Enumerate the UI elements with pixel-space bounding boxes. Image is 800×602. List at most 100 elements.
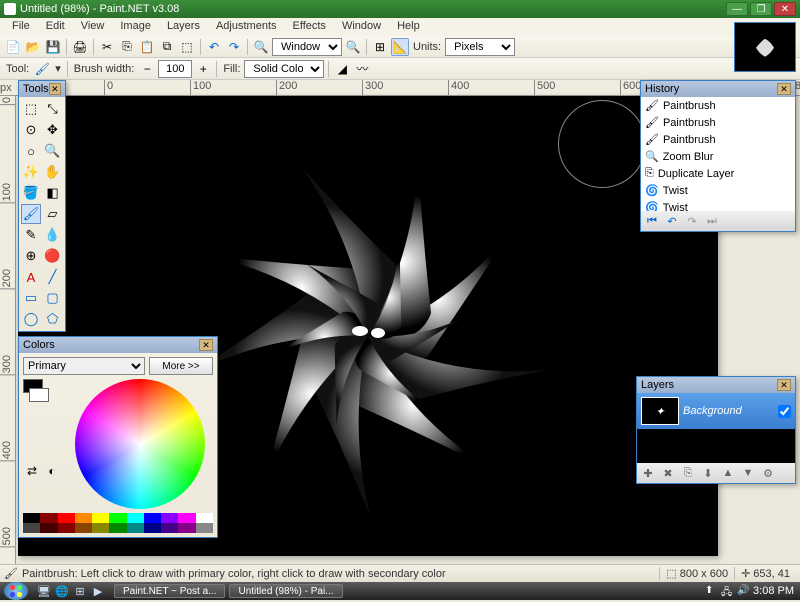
- menu-view[interactable]: View: [73, 18, 113, 36]
- layer-delete-icon[interactable]: ✖: [659, 465, 677, 481]
- tool-move[interactable]: ✥: [43, 120, 63, 140]
- deselect-icon[interactable]: ⬚: [178, 38, 196, 56]
- start-button[interactable]: [4, 582, 28, 600]
- document-thumbnail[interactable]: [734, 22, 796, 72]
- layer-up-icon[interactable]: ▲: [719, 465, 737, 481]
- close-button[interactable]: ✕: [774, 2, 796, 16]
- redo-icon[interactable]: ↷: [225, 38, 243, 56]
- layer-merge-icon[interactable]: ⬇: [699, 465, 717, 481]
- layer-props-icon[interactable]: ⚙: [759, 465, 777, 481]
- zoom-select[interactable]: Window: [272, 38, 342, 56]
- minimize-button[interactable]: —: [726, 2, 748, 16]
- brush-increase-icon[interactable]: +: [194, 60, 212, 78]
- tool-line[interactable]: ╱: [43, 267, 63, 287]
- save-icon[interactable]: 💾: [44, 38, 62, 56]
- paste-icon[interactable]: 📋: [138, 38, 156, 56]
- color-wheel[interactable]: [75, 379, 205, 509]
- history-item[interactable]: 🔍Zoom Blur: [641, 148, 795, 165]
- tool-ellipse-select[interactable]: ○: [21, 141, 41, 161]
- brush-width-input[interactable]: [158, 60, 192, 78]
- tool-move-select[interactable]: ⤡: [43, 99, 63, 119]
- tool-rect[interactable]: ▭: [21, 288, 41, 308]
- units-select[interactable]: Pixels: [445, 38, 515, 56]
- history-redo-icon[interactable]: ↷: [683, 213, 701, 229]
- tool-freeform[interactable]: ⬠: [43, 309, 63, 329]
- tool-dropdown-icon[interactable]: 🖌: [33, 60, 51, 78]
- grid-icon[interactable]: ⊞: [371, 38, 389, 56]
- layer-visible-checkbox[interactable]: [778, 405, 791, 418]
- tool-paintbrush[interactable]: 🖌: [21, 204, 41, 224]
- tool-roundrect[interactable]: ▢: [43, 288, 63, 308]
- tool-lasso[interactable]: ⊙: [21, 120, 41, 140]
- menu-edit[interactable]: Edit: [38, 18, 73, 36]
- tools-close-icon[interactable]: ✕: [49, 83, 61, 95]
- zoom-out-icon[interactable]: 🔍: [252, 38, 270, 56]
- tray-net-icon[interactable]: 🖧: [721, 585, 733, 597]
- tool-pencil[interactable]: ✎: [21, 225, 41, 245]
- maximize-button[interactable]: ❐: [750, 2, 772, 16]
- cut-icon[interactable]: ✂: [98, 38, 116, 56]
- layer-row[interactable]: ✦ Background: [637, 393, 795, 429]
- layers-close-icon[interactable]: ✕: [777, 379, 791, 391]
- tool-pan[interactable]: ✋: [43, 162, 63, 182]
- swap-colors-icon[interactable]: ⇄: [23, 462, 41, 480]
- new-icon[interactable]: 📄: [4, 38, 22, 56]
- menu-window[interactable]: Window: [334, 18, 389, 36]
- reset-colors-icon[interactable]: ◐: [43, 462, 61, 480]
- history-close-icon[interactable]: ✕: [777, 83, 791, 95]
- menu-help[interactable]: Help: [389, 18, 428, 36]
- tool-recolor[interactable]: 🔴: [43, 246, 63, 266]
- history-item[interactable]: ⎘Duplicate Layer: [641, 165, 795, 182]
- menu-effects[interactable]: Effects: [285, 18, 334, 36]
- fill-select[interactable]: Solid Color: [244, 60, 324, 78]
- blend-icon[interactable]: 〰: [353, 60, 371, 78]
- history-item[interactable]: 🖌Paintbrush: [641, 131, 795, 148]
- layer-down-icon[interactable]: ▼: [739, 465, 757, 481]
- open-icon[interactable]: 📂: [24, 38, 42, 56]
- menu-file[interactable]: File: [4, 18, 38, 36]
- menu-image[interactable]: Image: [112, 18, 159, 36]
- layers-panel[interactable]: Layers✕ ✦ Background ✚ ✖ ⎘ ⬇ ▲ ▼ ⚙: [636, 376, 796, 484]
- tool-rect-select[interactable]: ⬚: [21, 99, 41, 119]
- history-item[interactable]: 🖌Paintbrush: [641, 114, 795, 131]
- tray-vol-icon[interactable]: 🔊: [737, 585, 749, 597]
- colors-panel[interactable]: Colors✕ Primary More >> ⇄ ◐: [18, 336, 218, 538]
- color-palette-2[interactable]: [23, 523, 213, 533]
- history-undo-icon[interactable]: ↶: [663, 213, 681, 229]
- ql-ie-icon[interactable]: 🌐: [54, 584, 70, 598]
- tool-clone[interactable]: ⊕: [21, 246, 41, 266]
- history-item[interactable]: 🌀Twist: [641, 199, 795, 211]
- colors-close-icon[interactable]: ✕: [199, 339, 213, 351]
- menu-layers[interactable]: Layers: [159, 18, 208, 36]
- tool-gradient[interactable]: ◧: [43, 183, 63, 203]
- tool-bucket[interactable]: 🪣: [21, 183, 41, 203]
- tool-ellipse[interactable]: ◯: [21, 309, 41, 329]
- secondary-swatch[interactable]: [29, 388, 49, 402]
- task-2[interactable]: Untitled (98%) - Pai...: [229, 584, 342, 598]
- ql-desktop-icon[interactable]: 🖥: [36, 584, 52, 598]
- tools-panel[interactable]: Tools✕ ⬚ ⤡ ⊙ ✥ ○ 🔍 ✨ ✋ 🪣 ◧ 🖌 ▱ ✎ 💧 ⊕ 🔴 A…: [18, 80, 66, 332]
- tool-colorpicker[interactable]: 💧: [43, 225, 63, 245]
- layer-add-icon[interactable]: ✚: [639, 465, 657, 481]
- zoom-in-icon[interactable]: 🔍: [344, 38, 362, 56]
- tool-zoom[interactable]: 🔍: [43, 141, 63, 161]
- more-button[interactable]: More >>: [149, 357, 213, 375]
- color-palette[interactable]: [23, 513, 213, 523]
- history-rewind-icon[interactable]: ⏮: [643, 213, 661, 229]
- brush-decrease-icon[interactable]: −: [138, 60, 156, 78]
- color-selector[interactable]: Primary: [23, 357, 145, 375]
- undo-icon[interactable]: ↶: [205, 38, 223, 56]
- ql-media-icon[interactable]: ▶: [90, 584, 106, 598]
- task-1[interactable]: Paint.NET ~ Post a...: [114, 584, 225, 598]
- layer-duplicate-icon[interactable]: ⎘: [679, 465, 697, 481]
- clock[interactable]: 3:08 PM: [753, 585, 794, 597]
- history-item[interactable]: 🌀Twist: [641, 182, 795, 199]
- history-panel[interactable]: History✕ 🖌Paintbrush🖌Paintbrush🖌Paintbru…: [640, 80, 796, 232]
- history-ff-icon[interactable]: ⏭: [703, 213, 721, 229]
- tool-eraser[interactable]: ▱: [43, 204, 63, 224]
- tray-icon[interactable]: ⬆: [705, 585, 717, 597]
- copy-icon[interactable]: ⎘: [118, 38, 136, 56]
- antialias-icon[interactable]: ◢: [333, 60, 351, 78]
- menu-adjustments[interactable]: Adjustments: [208, 18, 285, 36]
- rulers-icon[interactable]: 📐: [391, 38, 409, 56]
